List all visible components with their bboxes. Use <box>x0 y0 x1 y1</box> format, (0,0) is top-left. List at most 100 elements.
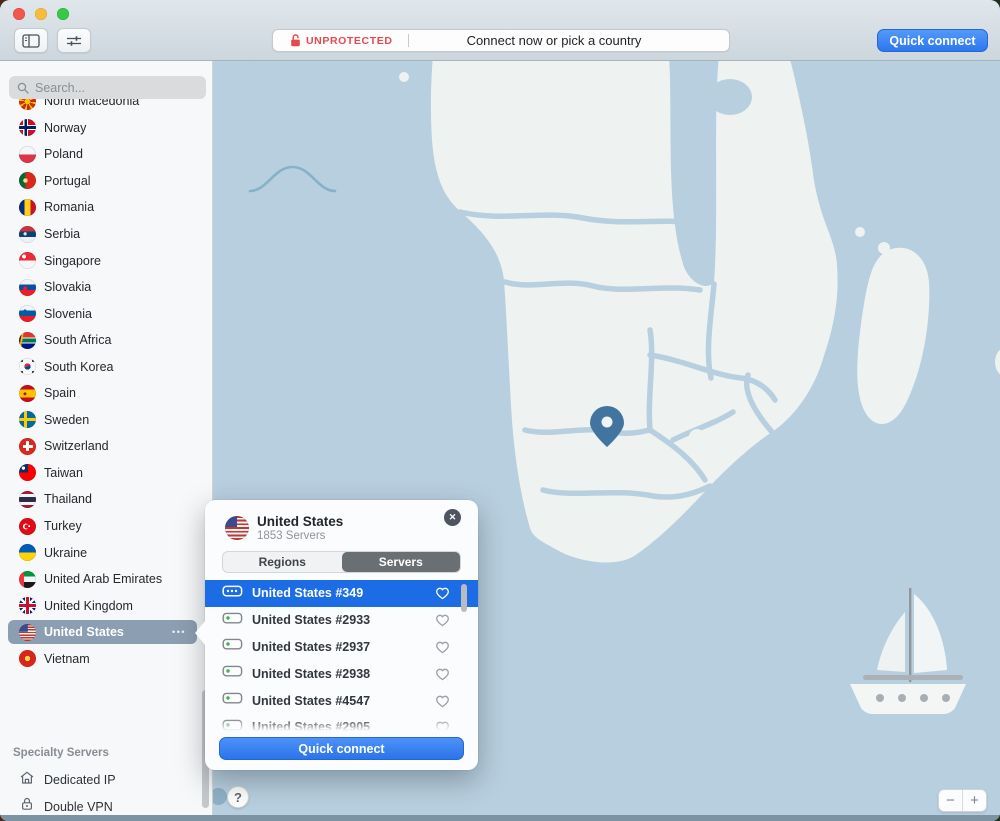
connection-status-bar[interactable]: UNPROTECTED Connect now or pick a countr… <box>272 29 730 52</box>
country-row[interactable]: United States ••• <box>0 619 200 646</box>
switzerland-flag-icon <box>19 438 36 455</box>
serbia-flag-icon <box>19 226 36 243</box>
popup-server-count: 1853 Servers <box>257 530 343 542</box>
close-icon: ✕ <box>449 512 457 523</box>
server-row[interactable]: United States #2933 <box>205 607 478 634</box>
favorite-heart-icon[interactable] <box>435 613 450 627</box>
server-row[interactable]: United States #2905 <box>205 714 478 733</box>
country-row[interactable]: Sweden <box>0 407 200 434</box>
country-name: Turkey <box>44 519 82 533</box>
thailand-flag-icon <box>19 491 36 508</box>
united-arab-emirates-flag-icon <box>19 571 36 588</box>
map-zoom-control: − + <box>938 789 987 812</box>
country-row[interactable]: South Korea <box>0 353 200 380</box>
country-name: Switzerland <box>44 439 109 453</box>
server-icon <box>222 664 243 683</box>
minimize-window-button[interactable] <box>35 8 47 20</box>
server-list: United States #349 United States #2933 U… <box>205 580 478 733</box>
turkey-flag-icon <box>19 518 36 535</box>
country-row[interactable]: Switzerland <box>0 433 200 460</box>
country-name: Romania <box>44 200 94 214</box>
country-row[interactable]: Poland <box>0 141 200 168</box>
country-row[interactable]: Portugal <box>0 168 200 195</box>
portugal-flag-icon <box>19 172 36 189</box>
sidebar-icon <box>22 34 40 48</box>
popup-country-title: United States <box>257 514 343 530</box>
sailboat-illustration <box>850 588 966 714</box>
country-row[interactable]: Norway <box>0 115 200 142</box>
zoom-in-button[interactable]: + <box>963 790 986 811</box>
toggle-sidebar-button[interactable] <box>14 28 48 53</box>
fullscreen-window-button[interactable] <box>57 8 69 20</box>
country-row[interactable]: Ukraine <box>0 539 200 566</box>
favorite-heart-icon[interactable] <box>435 586 450 600</box>
server-name: United States #2937 <box>252 640 370 654</box>
server-list-scrollbar[interactable] <box>461 584 467 612</box>
app-window: ? − + Search... North Macedonia Norway P… <box>0 0 1000 821</box>
specialty-servers-header: Specialty Servers <box>13 747 109 759</box>
specialty-server-row[interactable]: Dedicated IP <box>0 767 200 794</box>
country-row[interactable]: Turkey <box>0 513 200 540</box>
country-name: South Africa <box>44 333 111 347</box>
favorite-heart-icon[interactable] <box>435 667 450 681</box>
taiwan-flag-icon <box>19 464 36 481</box>
country-row[interactable]: United Arab Emirates <box>0 566 200 593</box>
united-kingdom-flag-icon <box>19 597 36 614</box>
country-row[interactable]: Spain <box>0 380 200 407</box>
spain-flag-icon <box>19 385 36 402</box>
quick-connect-button[interactable]: Quick connect <box>877 29 988 52</box>
country-name: United States <box>44 625 124 639</box>
favorite-heart-icon[interactable] <box>435 640 450 654</box>
country-name: United Arab Emirates <box>44 572 162 586</box>
server-icon <box>222 637 243 656</box>
server-row[interactable]: United States #4547 <box>205 687 478 714</box>
favorite-heart-icon[interactable] <box>435 694 450 708</box>
titlebar: UNPROTECTED Connect now or pick a countr… <box>0 0 1000 61</box>
country-name: Poland <box>44 147 83 161</box>
help-button[interactable]: ? <box>227 786 249 808</box>
preferences-button[interactable] <box>57 28 91 53</box>
search-input[interactable]: Search... <box>9 76 206 99</box>
close-popup-button[interactable]: ✕ <box>444 509 461 526</box>
unlocked-icon <box>290 34 301 47</box>
server-row[interactable]: United States #349 <box>205 580 478 607</box>
tab-servers[interactable]: Servers <box>342 552 461 572</box>
zoom-out-button[interactable]: − <box>939 790 963 811</box>
server-icon <box>222 718 243 733</box>
norway-flag-icon <box>19 119 36 136</box>
country-row[interactable]: Slovenia <box>0 300 200 327</box>
server-name: United States #349 <box>252 586 363 600</box>
country-row[interactable]: Vietnam <box>0 645 200 672</box>
country-row[interactable]: Slovakia <box>0 274 200 301</box>
server-name: United States #2933 <box>252 613 370 627</box>
madagascar-island <box>857 248 929 424</box>
country-row[interactable]: Romania <box>0 194 200 221</box>
vietnam-flag-icon <box>19 650 36 667</box>
sliders-icon <box>65 34 83 48</box>
poland-flag-icon <box>19 146 36 163</box>
more-options-button[interactable]: ••• <box>172 627 186 637</box>
popup-quick-connect-button[interactable]: Quick connect <box>219 737 464 760</box>
tab-regions[interactable]: Regions <box>223 552 342 572</box>
server-row[interactable]: United States #2938 <box>205 660 478 687</box>
country-row[interactable]: Thailand <box>0 486 200 513</box>
dedicated-ip-icon <box>19 770 35 791</box>
specialty-server-name: Dedicated IP <box>44 773 116 787</box>
country-row[interactable]: Singapore <box>0 247 200 274</box>
slovenia-flag-icon <box>19 305 36 322</box>
slovakia-flag-icon <box>19 279 36 296</box>
status-label: UNPROTECTED <box>306 35 393 47</box>
favorite-heart-icon[interactable] <box>435 720 450 733</box>
server-row[interactable]: United States #2937 <box>205 634 478 661</box>
country-name: Thailand <box>44 492 92 506</box>
ukraine-flag-icon <box>19 544 36 561</box>
popup-header: United States 1853 Servers <box>225 514 343 542</box>
server-name: United States #2938 <box>252 667 370 681</box>
country-name: Taiwan <box>44 466 83 480</box>
country-row[interactable]: Taiwan <box>0 460 200 487</box>
country-row[interactable]: South Africa <box>0 327 200 354</box>
specialty-server-name: Double VPN <box>44 800 113 814</box>
country-row[interactable]: United Kingdom <box>0 592 200 619</box>
close-window-button[interactable] <box>13 8 25 20</box>
country-row[interactable]: Serbia <box>0 221 200 248</box>
